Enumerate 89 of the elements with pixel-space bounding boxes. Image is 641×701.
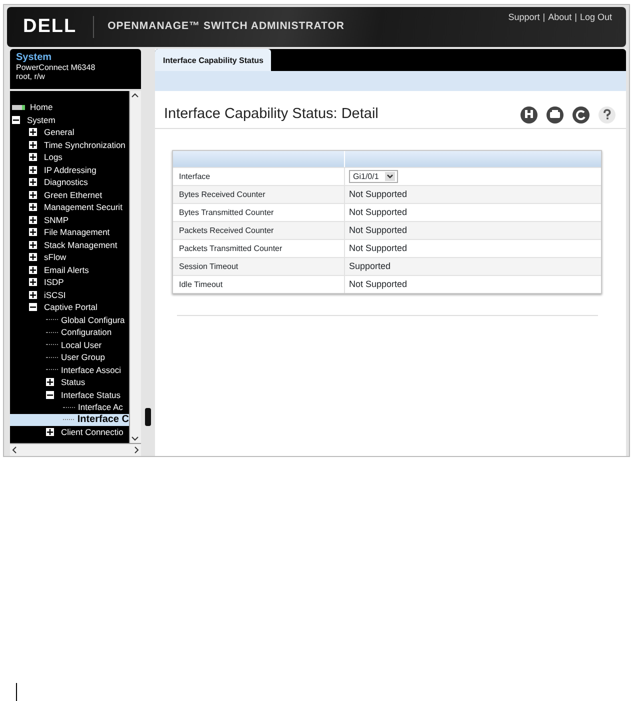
collapse-icon[interactable] [29,303,37,312]
field-value: Not Supported [349,224,408,235]
tree-item[interactable]: Captive Portal [10,301,129,314]
field-value: Not Supported [349,242,408,253]
tree-item[interactable]: Email Alerts [10,264,129,276]
expand-icon[interactable] [29,203,37,212]
tree-connector [46,356,58,358]
header-link[interactable]: About [548,11,572,24]
expand-icon[interactable] [29,178,37,186]
device-title: System [16,52,53,63]
product-title: OPENMANAGE™ SWITCH ADMINISTRATOR [108,19,344,34]
tree-item[interactable]: Green Ethernet [10,188,129,201]
expand-icon[interactable] [29,166,37,174]
expand-icon[interactable] [29,140,37,149]
header-link[interactable]: Log Out [580,11,612,24]
tree-item[interactable]: Diagnostics [10,176,129,188]
logo: DELL [7,16,94,38]
vertical-scrollbar[interactable] [129,91,141,443]
field-value: Not Supported [349,206,408,217]
tree-item[interactable]: Global Configura [10,314,129,326]
tree-item[interactable]: Status [10,376,129,388]
field-label: Idle Timeout [173,276,345,293]
tree-item[interactable]: iSCSI [10,288,129,301]
expand-icon[interactable] [29,266,37,274]
tree-item[interactable]: IP Addressing [10,164,129,176]
tree-item[interactable]: File Management [10,226,129,238]
tree-item[interactable]: General [10,126,129,138]
tree-connector [63,406,75,408]
tree-item[interactable]: Stack Management [10,238,129,251]
tree-item[interactable]: User Group [10,351,129,364]
expand-icon[interactable] [29,216,37,224]
refresh-icon[interactable] [572,106,590,124]
link-separator: | [542,11,546,24]
interface-select[interactable]: Gi1/0/1 [349,170,398,184]
tree-connector [46,369,58,370]
tree-connector [63,419,74,420]
user-info: root, r/w [16,72,46,81]
link-separator: | [574,11,577,24]
tree-connector [46,332,58,333]
print-icon[interactable] [546,106,564,124]
expand-icon[interactable] [29,228,37,236]
expand-icon[interactable] [46,428,54,436]
scroll-right-icon[interactable] [133,444,141,456]
scroll-left-icon[interactable] [10,444,18,456]
field-label: Session Timeout [173,258,345,275]
tree-item[interactable]: Configuration [10,326,129,338]
expand-icon[interactable] [46,378,54,386]
expand-icon[interactable] [29,240,37,249]
field-value: Not Supported [349,188,408,199]
scroll-up-icon[interactable] [130,91,140,99]
tree-item[interactable]: Interface Status [10,388,129,401]
header-link[interactable]: Support [508,11,540,24]
home-icon [12,104,25,110]
field-label: Packets Received Counter [173,222,345,239]
tree-item[interactable]: sFlow [10,251,129,264]
horizontal-scrollbar[interactable] [10,443,141,456]
expand-icon[interactable] [29,190,37,199]
tree-item[interactable]: Client Connectio [10,426,129,438]
collapse-icon[interactable] [12,116,20,124]
tree-item[interactable]: Logs [10,151,129,164]
tree-connector [46,319,58,320]
tree-item[interactable]: Local User [10,338,129,351]
tree-item[interactable]: Interface C [10,414,129,426]
expand-icon[interactable] [29,278,37,286]
tree-item[interactable]: Interface Ac [10,401,129,414]
field-value: Not Supported [349,278,408,289]
field-label: Bytes Received Counter [173,186,345,203]
page-title: Interface Capability Status: Detail [164,106,378,124]
field-value: Supported [349,260,391,271]
scroll-down-icon[interactable] [130,435,140,443]
tree-item[interactable]: ISDP [10,276,129,288]
dropdown-caret-icon[interactable] [384,172,395,182]
expand-icon[interactable] [29,253,37,262]
expand-icon[interactable] [29,128,37,136]
help-icon[interactable] [598,106,616,124]
tab[interactable]: Interface Capability Status [155,49,272,71]
tree-item[interactable]: Time Synchronization [10,138,129,151]
collapse-icon[interactable] [46,390,54,399]
expand-icon[interactable] [29,290,37,299]
device-model: PowerConnect M6348 [16,63,96,72]
tree-item[interactable]: System [10,114,129,126]
save-icon[interactable] [520,106,538,124]
tree-item[interactable]: SNMP [10,214,129,226]
tree-item[interactable]: Management Securit [10,201,129,214]
resize-handle[interactable] [145,408,151,426]
tree-item[interactable]: Interface Associ [10,364,129,376]
tree-connector [46,344,58,346]
expand-icon[interactable] [29,153,37,162]
tree-item[interactable]: Home [10,101,129,114]
